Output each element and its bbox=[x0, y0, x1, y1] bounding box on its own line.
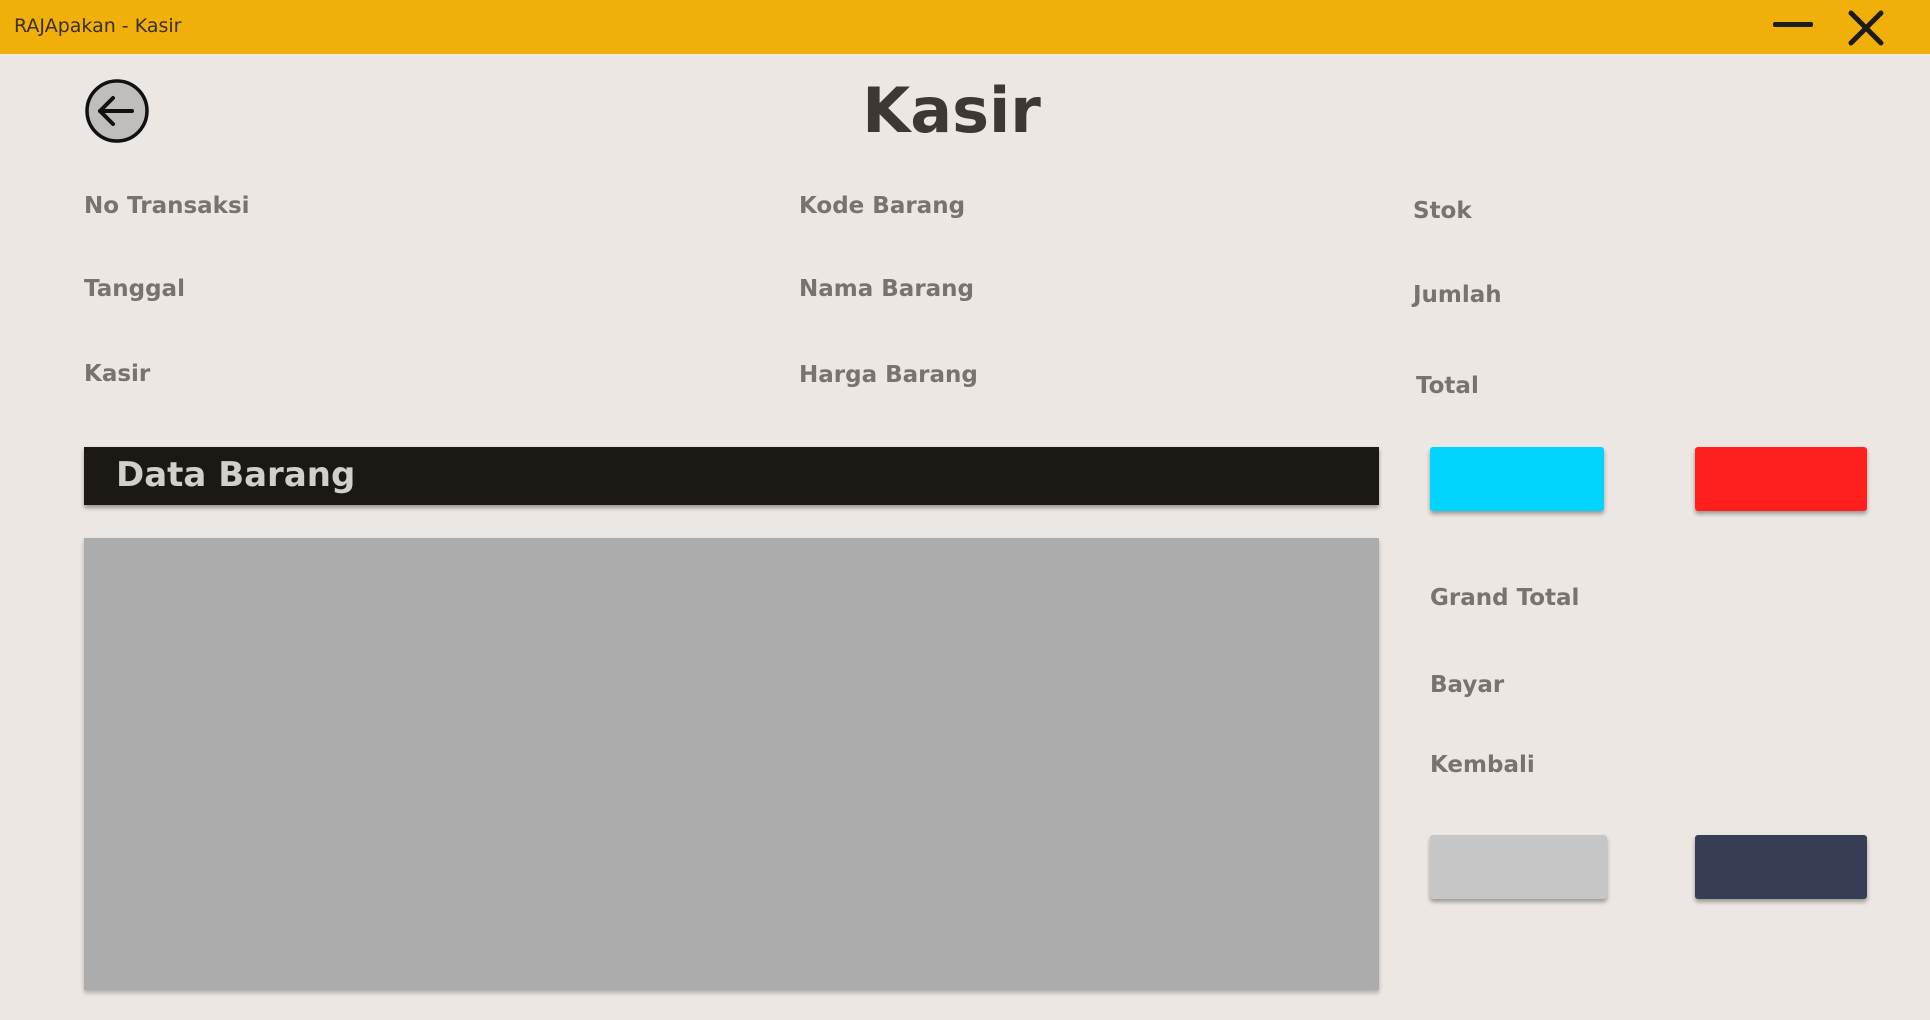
bayar-label: Bayar bbox=[1430, 672, 1505, 698]
data-barang-title: Data Barang bbox=[116, 455, 356, 495]
stok-label: Stok bbox=[1413, 198, 1472, 224]
grand-total-label: Grand Total bbox=[1430, 585, 1580, 611]
nama-barang-label: Nama Barang bbox=[799, 276, 975, 302]
no-transaksi-label: No Transaksi bbox=[84, 193, 250, 219]
kasir-label: Kasir bbox=[84, 361, 151, 387]
reset-button[interactable] bbox=[1430, 835, 1607, 899]
data-barang-table[interactable] bbox=[84, 538, 1379, 990]
minimize-icon[interactable] bbox=[1773, 22, 1813, 27]
add-item-button[interactable] bbox=[1430, 447, 1604, 511]
jumlah-label: Jumlah bbox=[1413, 282, 1502, 308]
kode-barang-label: Kode Barang bbox=[799, 193, 966, 219]
close-icon[interactable] bbox=[1846, 8, 1886, 48]
app-title: RAJApakan - Kasir bbox=[14, 15, 182, 37]
delete-item-button[interactable] bbox=[1695, 447, 1867, 511]
kembali-label: Kembali bbox=[1430, 752, 1535, 778]
harga-barang-label: Harga Barang bbox=[799, 362, 978, 388]
tanggal-label: Tanggal bbox=[84, 276, 185, 302]
title-bar: RAJApakan - Kasir bbox=[0, 0, 1930, 54]
save-button[interactable] bbox=[1695, 835, 1867, 899]
page-title: Kasir bbox=[862, 74, 1041, 147]
total-label: Total bbox=[1416, 373, 1479, 399]
data-barang-header: Data Barang bbox=[84, 447, 1379, 505]
